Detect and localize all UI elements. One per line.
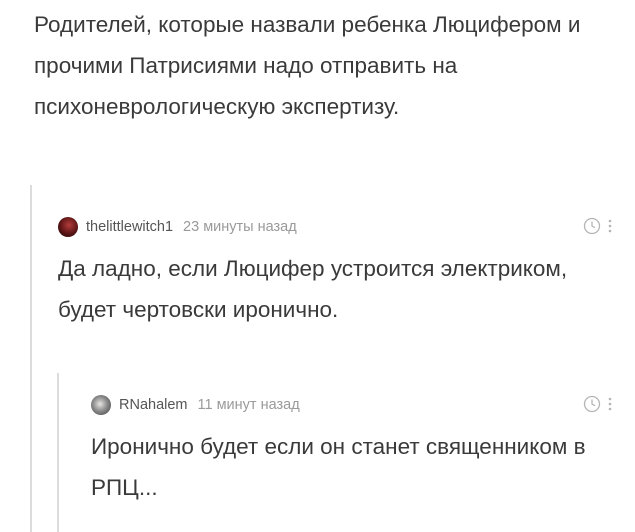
more-options-icon[interactable] (607, 396, 613, 412)
comment-header: thelittlewitch1 23 минуты назад (58, 212, 613, 242)
comment-actions (583, 395, 613, 413)
more-options-icon[interactable] (607, 218, 613, 234)
comment-thread: Родителей, которые назвали ребенка Люциф… (0, 0, 635, 532)
avatar[interactable] (91, 395, 111, 415)
comment-timestamp[interactable]: 23 минуты назад (183, 219, 297, 235)
thread-line-nested[interactable] (57, 373, 59, 532)
thread-line[interactable] (30, 185, 32, 532)
comment-reply-nested: RNahalem 11 минут назад Иронично будет е… (91, 390, 613, 508)
comment-reply: thelittlewitch1 23 минуты назад Да ладно… (58, 212, 613, 330)
avatar[interactable] (58, 217, 78, 237)
comment-actions (583, 217, 613, 235)
comment-text: Да ладно, если Люцифер устроится электри… (58, 256, 568, 322)
clock-icon[interactable] (583, 395, 601, 413)
comment-timestamp[interactable]: 11 минут назад (198, 397, 300, 413)
comment-text: Иронично будет если он станет священнико… (91, 434, 586, 500)
comment-username[interactable]: thelittlewitch1 (86, 219, 173, 235)
comment-header: RNahalem 11 минут назад (91, 390, 613, 420)
parent-comment-text: Родителей, которые назвали ребенка Люциф… (34, 12, 581, 119)
clock-icon[interactable] (583, 217, 601, 235)
comment-username[interactable]: RNahalem (119, 397, 188, 413)
